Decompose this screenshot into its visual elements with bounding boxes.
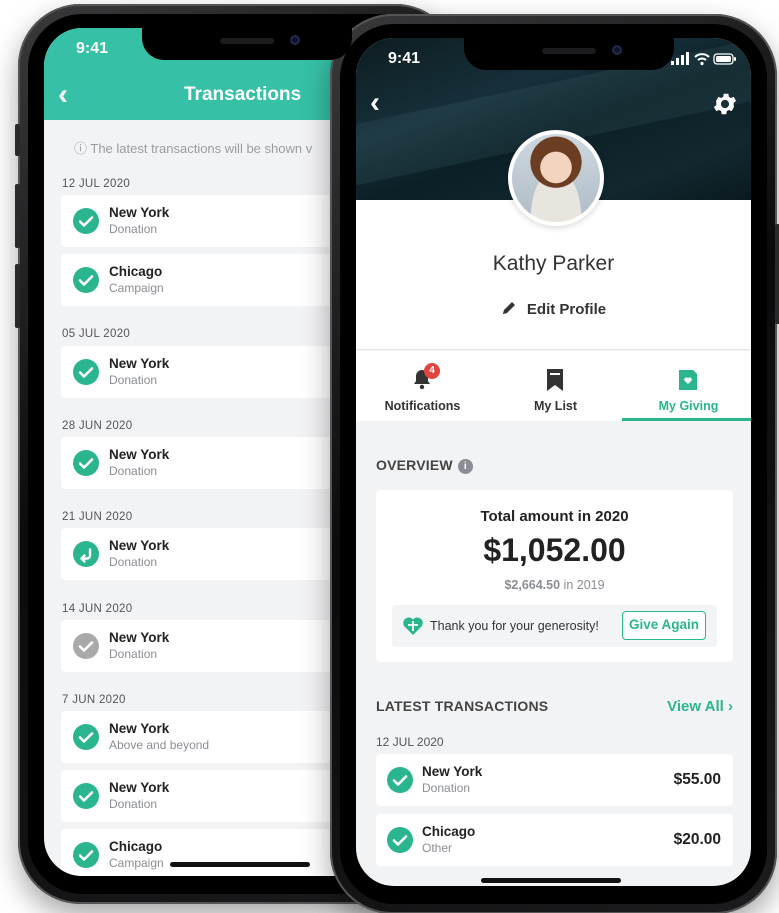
avatar[interactable] — [508, 130, 604, 226]
transaction-location: New York — [109, 780, 170, 795]
tab-label: My Giving — [658, 399, 719, 413]
edit-profile-button[interactable]: Edit Profile — [356, 300, 751, 320]
giving-icon — [677, 368, 699, 397]
previous-amount: $2,664.50 — [504, 578, 561, 592]
transaction-row[interactable]: New York Donation $55.00 — [376, 754, 733, 806]
transaction-location: Chicago — [422, 824, 476, 839]
notch — [464, 38, 674, 70]
bookmark-icon — [544, 368, 566, 397]
transaction-type: Campaign — [109, 856, 164, 870]
info-message: ⓘ The latest transactions will be shown … — [74, 141, 313, 156]
transaction-type: Donation — [109, 222, 158, 236]
view-all-label: View All — [667, 698, 724, 715]
transaction-type: Donation — [422, 781, 471, 795]
give-again-button[interactable]: Give Again — [622, 611, 706, 640]
volume-up-button — [15, 184, 20, 248]
overview-card: Total amount in 2020 $1,052.00 $2,664.50… — [376, 490, 733, 662]
status-time: 9:41 — [76, 40, 109, 57]
chevron-right-icon: › — [728, 698, 733, 715]
transaction-type: Donation — [109, 555, 158, 569]
volume-down-button — [15, 264, 20, 328]
heart-gift-icon — [402, 616, 424, 641]
home-indicator[interactable] — [170, 862, 310, 867]
transaction-type: Other — [422, 841, 453, 855]
info-icon[interactable]: i — [457, 459, 473, 474]
date-header: 05 JUL 2020 — [62, 328, 131, 340]
transaction-location: New York — [109, 721, 170, 736]
latest-transactions-title: LATEST TRANSACTIONS — [376, 698, 549, 714]
thank-you-banner: Thank you for your generosity! Give Agai… — [392, 605, 717, 647]
total-amount: $1,052.00 — [483, 532, 626, 568]
profile-tabs: 4 Notifications My List My Giving — [356, 351, 751, 421]
check-circle-icon — [73, 724, 99, 750]
transaction-location: Chicago — [109, 839, 163, 854]
back-chevron-icon[interactable]: ‹ — [58, 80, 68, 110]
date-header: 12 JUL 2020 — [376, 735, 444, 749]
transaction-row[interactable]: Chicago Other $20.00 — [376, 814, 733, 866]
check-circle-icon — [387, 827, 413, 853]
stage: 9:41 ‹ Transactions ⓘ The latest transac… — [0, 0, 779, 913]
check-circle-icon — [73, 783, 99, 809]
check-circle-icon — [73, 208, 99, 234]
transaction-type: Above and beyond — [109, 738, 210, 752]
pencil-icon — [501, 300, 517, 320]
date-header: 21 JUN 2020 — [62, 511, 133, 523]
edit-profile-label: Edit Profile — [526, 301, 607, 318]
check-circle-icon — [73, 267, 99, 293]
profile-name: Kathy Parker — [492, 252, 615, 275]
page-title: Transactions — [184, 84, 302, 105]
profile-screen: 9:41 ‹ Kathy Parker Edit Profile 4 Notif… — [356, 38, 751, 886]
transaction-type: Donation — [109, 373, 158, 387]
settings-gear-icon[interactable] — [711, 90, 739, 123]
transaction-type: Donation — [109, 464, 158, 478]
power-button — [775, 224, 779, 324]
date-header: 7 JUN 2020 — [62, 694, 126, 706]
transaction-type: Donation — [109, 647, 158, 661]
phone-profile: 9:41 ‹ Kathy Parker Edit Profile 4 Notif… — [330, 14, 779, 913]
overview-heading: OVERVIEW i — [376, 457, 473, 474]
check-circle-icon — [73, 842, 99, 868]
transaction-location: New York — [109, 205, 170, 220]
transaction-location: New York — [109, 356, 170, 371]
date-header: 14 JUN 2020 — [62, 603, 133, 615]
tab-my-giving[interactable]: My Giving — [622, 351, 751, 421]
transaction-amount: $20.00 — [673, 831, 721, 848]
notch — [142, 28, 352, 60]
transaction-location: New York — [109, 538, 170, 553]
notification-badge: 4 — [424, 363, 440, 379]
status-icons — [671, 52, 737, 71]
check-circle-icon — [73, 450, 99, 476]
previous-year-label: in 2019 — [560, 578, 605, 592]
transaction-location: New York — [109, 447, 170, 462]
transaction-amount: $55.00 — [673, 771, 721, 788]
transaction-type: Donation — [109, 797, 158, 811]
signal-wifi-battery-icon — [671, 52, 736, 66]
view-all-link[interactable]: View All › — [667, 698, 733, 715]
thank-you-text: Thank you for your generosity! — [430, 619, 599, 633]
home-indicator[interactable] — [481, 878, 621, 883]
check-circle-icon — [73, 359, 99, 385]
tab-label: My List — [533, 399, 578, 413]
refund-icon — [73, 541, 99, 567]
mute-switch — [15, 124, 20, 156]
tab-my-list[interactable]: My List — [489, 351, 622, 421]
date-header: 28 JUN 2020 — [62, 420, 133, 432]
pending-check-icon — [73, 633, 99, 659]
overview-title: OVERVIEW — [376, 457, 453, 473]
status-time: 9:41 — [388, 50, 421, 67]
transaction-location: New York — [422, 764, 483, 779]
transaction-location: Chicago — [109, 264, 163, 279]
tab-notifications[interactable]: 4 Notifications — [356, 351, 489, 421]
transaction-location: New York — [109, 630, 170, 645]
previous-year-total: $2,664.50 in 2019 — [376, 578, 733, 592]
back-chevron-icon[interactable]: ‹ — [370, 88, 380, 118]
tab-label: Notifications — [384, 399, 461, 413]
transaction-type: Campaign — [109, 281, 164, 295]
check-circle-icon — [387, 767, 413, 793]
total-label: Total amount in 2020 — [480, 508, 629, 525]
date-header: 12 JUL 2020 — [62, 178, 131, 190]
avatar-photo — [512, 134, 600, 222]
